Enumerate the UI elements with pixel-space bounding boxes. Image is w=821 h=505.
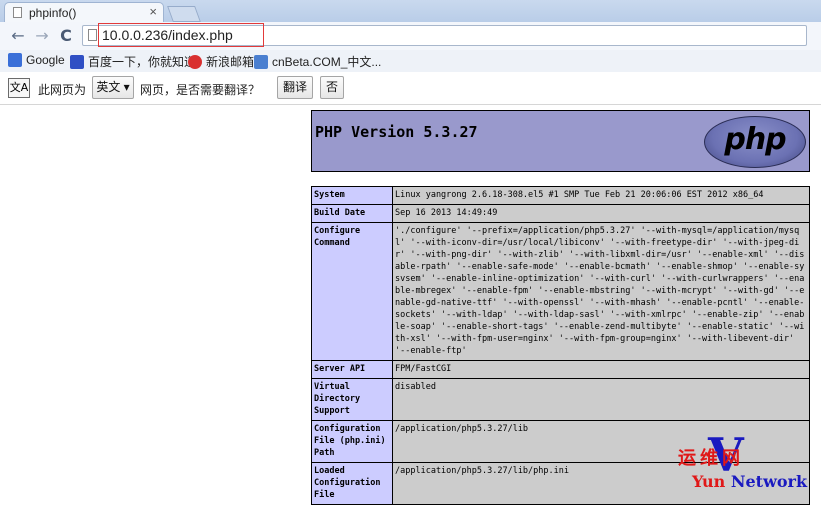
- row-key: Configuration File (php.ini) Path: [311, 420, 393, 463]
- table-row: Configure Command './configure' '--prefix…: [311, 222, 810, 361]
- table-row: System Linux yangrong 2.6.18-308.el5 #1 S…: [311, 186, 810, 205]
- row-value: disabled: [392, 378, 810, 421]
- bookmark-google[interactable]: Google: [8, 53, 65, 69]
- browser-chrome: phpinfo() × ← → C 10.0.0.236/index.php G…: [0, 0, 821, 73]
- bookmarks-bar: Google 百度一下，你就知道 新浪邮箱 cnBeta.COM_中文...: [0, 50, 821, 73]
- baidu-paw-icon: [70, 55, 84, 69]
- tab-title: phpinfo(): [29, 6, 77, 20]
- new-tab-button[interactable]: [167, 6, 201, 22]
- language-label: 英文: [96, 80, 121, 94]
- watermark-logo: V 运维网 Yun Network: [678, 428, 818, 494]
- translate-prefix: 此网页为: [38, 83, 87, 97]
- dropdown-arrow-icon: ▾: [120, 80, 130, 94]
- translate-button[interactable]: 翻译: [277, 76, 313, 99]
- bookmark-label: cnBeta.COM_中文...: [272, 55, 382, 69]
- row-key: Build Date: [311, 204, 393, 223]
- row-value: Sep 16 2013 14:49:49: [392, 204, 810, 223]
- page-icon: [88, 29, 97, 41]
- row-key: System: [311, 186, 393, 205]
- cnbeta-icon: [254, 55, 268, 69]
- page-icon: [13, 7, 22, 18]
- tab-phpinfo[interactable]: phpinfo() ×: [4, 2, 164, 22]
- bookmark-baidu[interactable]: 百度一下，你就知道: [70, 53, 196, 69]
- watermark-bottom-text: Yun Network: [692, 472, 807, 491]
- table-row: Build Date Sep 16 2013 14:49:49: [311, 204, 810, 223]
- row-key: Virtual Directory Support: [311, 378, 393, 421]
- php-version-header: PHP Version 5.3.27 php: [311, 110, 810, 172]
- bookmark-label: 新浪邮箱: [206, 55, 255, 69]
- row-key: Server API: [311, 360, 393, 379]
- watermark-network: Network: [730, 472, 808, 491]
- google-icon: [8, 53, 22, 67]
- row-key: Configure Command: [311, 222, 393, 361]
- forward-button[interactable]: →: [32, 26, 52, 46]
- row-value: FPM/FastCGI: [392, 360, 810, 379]
- no-button[interactable]: 否: [320, 76, 344, 99]
- row-value: Linux yangrong 2.6.18-308.el5 #1 SMP Tue…: [392, 186, 810, 205]
- url-text[interactable]: 10.0.0.236/index.php: [102, 27, 233, 43]
- bookmark-label: Google: [26, 53, 65, 67]
- translate-infobar: 文A 此网页为 英文 ▾ 网页，是否需要翻译？ 翻译 否: [0, 72, 821, 105]
- bookmark-cnbeta[interactable]: cnBeta.COM_中文...: [254, 53, 381, 69]
- bookmark-sina-mail[interactable]: 新浪邮箱: [188, 53, 254, 69]
- php-logo[interactable]: php: [704, 116, 806, 168]
- row-key: Loaded Configuration File: [311, 462, 393, 505]
- tab-strip: phpinfo() ×: [0, 0, 821, 22]
- bookmark-label: 百度一下，你就知道: [88, 55, 197, 69]
- translate-question: 网页，是否需要翻译？: [140, 83, 261, 97]
- close-tab-icon[interactable]: ×: [149, 4, 157, 19]
- navigation-toolbar: ← → C 10.0.0.236/index.php: [0, 22, 821, 50]
- php-logo-text: php: [724, 122, 786, 157]
- watermark-yun: Yun: [692, 472, 726, 491]
- table-row: Server API FPM/FastCGI: [311, 360, 810, 379]
- reload-button[interactable]: C: [56, 26, 76, 46]
- sina-weibo-icon: [188, 55, 202, 69]
- language-select[interactable]: 英文 ▾: [92, 76, 134, 99]
- translate-icon: 文A: [8, 78, 30, 98]
- row-value: './configure' '--prefix=/application/php…: [392, 222, 810, 361]
- page-title: PHP Version 5.3.27: [315, 123, 478, 141]
- back-button[interactable]: ←: [8, 26, 28, 46]
- watermark-top-text: 运维网: [678, 448, 744, 469]
- address-bar[interactable]: 10.0.0.236/index.php: [82, 23, 807, 47]
- table-row: Virtual Directory Support disabled: [311, 378, 810, 421]
